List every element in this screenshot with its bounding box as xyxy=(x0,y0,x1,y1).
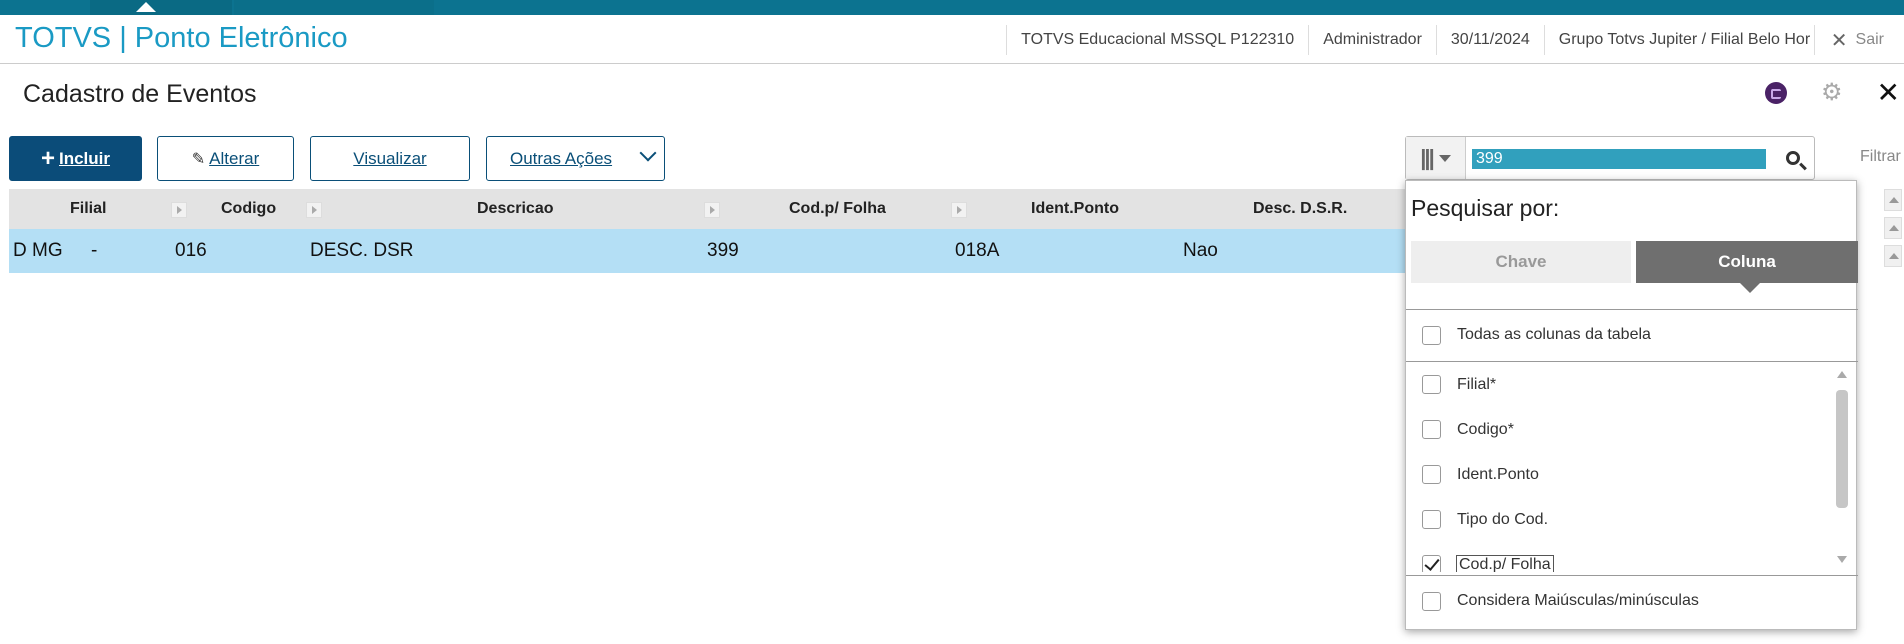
column-option-label: Ident.Ponto xyxy=(1457,465,1539,483)
app-switch-icon[interactable] xyxy=(1765,82,1788,104)
all-columns-option[interactable]: Todas as colunas da tabela xyxy=(1406,309,1858,361)
search-popup: Pesquisar por: Chave Coluna Todas as col… xyxy=(1405,180,1858,630)
scroll-down-arrow[interactable] xyxy=(1837,556,1847,563)
pencil-icon: ✎ xyxy=(191,150,206,168)
popup-title: Pesquisar por: xyxy=(1411,195,1560,221)
checkbox[interactable] xyxy=(1422,465,1441,484)
caret-down-icon xyxy=(1438,154,1451,162)
cell-descricao: DESC. DSR xyxy=(310,240,414,261)
column-option-label: Codigo* xyxy=(1457,420,1514,438)
plus-icon: + xyxy=(40,144,55,172)
column-selector-button[interactable]: ||| xyxy=(1406,137,1466,179)
checkbox[interactable] xyxy=(1422,591,1441,611)
environment-label[interactable]: TOTVS Educacional MSSQL P122310 xyxy=(1006,25,1308,55)
user-label[interactable]: Administrador xyxy=(1308,25,1436,55)
column-option[interactable]: Ident.Ponto xyxy=(1406,452,1858,497)
column-option[interactable]: Tipo do Cod. xyxy=(1406,497,1858,542)
cell-ident-ponto: 018A xyxy=(955,240,1000,261)
visualizar-button[interactable]: Visualizar xyxy=(310,136,470,181)
checkbox[interactable] xyxy=(1422,510,1441,529)
checkbox[interactable] xyxy=(1422,325,1441,345)
grid-header: Filial Codigo Descricao Cod.p/ Folha Ide… xyxy=(9,189,1449,229)
header-info: TOTVS Educacional MSSQL P122310 Administ… xyxy=(1006,25,1904,55)
filter-button[interactable]: Filtrar xyxy=(1860,148,1901,166)
scroll-page-up-button[interactable] xyxy=(1884,217,1902,239)
column-option[interactable]: Cod.p/ Folha xyxy=(1406,542,1858,572)
scroll-up-button[interactable] xyxy=(1884,245,1902,267)
scroll-thumb[interactable] xyxy=(1836,390,1848,508)
search-button[interactable] xyxy=(1772,137,1814,179)
columns-icon: ||| xyxy=(1420,145,1435,170)
column-option-label: Tipo do Cod. xyxy=(1457,510,1549,528)
incluir-button[interactable]: + Incluir xyxy=(9,136,142,181)
column-option[interactable]: Filial* xyxy=(1406,362,1858,407)
column-header-desc-dsr[interactable]: Desc. D.S.R. xyxy=(1253,189,1347,229)
exit-button[interactable]: ✕ Sair xyxy=(1813,25,1904,55)
alterar-button[interactable]: ✎ Alterar xyxy=(157,136,294,181)
column-header-codigo[interactable]: Codigo xyxy=(221,189,276,229)
page-actions: ⚙ ✕ xyxy=(1765,79,1904,107)
column-option-label: Filial* xyxy=(1457,375,1497,393)
app-title: TOTVS | Ponto Eletrônico xyxy=(15,22,348,54)
column-header-descricao[interactable]: Descricao xyxy=(477,189,554,229)
cell-codigo: 016 xyxy=(175,240,207,261)
column-list: Filial* Codigo* Ident.Ponto Tipo do Cod.… xyxy=(1406,362,1858,572)
sort-icon[interactable] xyxy=(171,202,187,218)
exit-label: Sair xyxy=(1855,31,1884,48)
outras-acoes-button[interactable]: Outras Ações xyxy=(486,136,665,181)
close-icon: ✕ xyxy=(1830,29,1848,52)
tab-chave[interactable]: Chave xyxy=(1411,241,1631,283)
app-header: TOTVS | Ponto Eletrônico TOTVS Educacion… xyxy=(0,15,1904,64)
scroll-up-arrow[interactable] xyxy=(1837,371,1847,378)
page-title: Cadastro de Eventos xyxy=(23,80,257,108)
all-columns-label: Todas as colunas da tabela xyxy=(1457,326,1651,343)
company-label[interactable]: Grupo Totvs Jupiter / Filial Belo Hor xyxy=(1543,25,1814,55)
active-tab-indicator xyxy=(136,2,156,12)
column-list-scrollbar[interactable] xyxy=(1833,366,1851,568)
top-tab[interactable] xyxy=(90,0,232,15)
incluir-label: Incluir xyxy=(59,148,111,168)
sort-icon[interactable] xyxy=(704,202,720,218)
top-strip xyxy=(0,0,1904,15)
search-input[interactable] xyxy=(1472,149,1766,169)
tab-coluna[interactable]: Coluna xyxy=(1636,241,1858,293)
outras-acoes-label: Outras Ações xyxy=(510,148,613,168)
sort-icon[interactable] xyxy=(306,202,322,218)
column-header-ident-ponto[interactable]: Ident.Ponto xyxy=(1031,189,1119,229)
sort-icon[interactable] xyxy=(951,202,967,218)
search-icon xyxy=(1786,151,1800,165)
grid-scroll-controls xyxy=(1884,189,1904,279)
column-header-cod-folha[interactable]: Cod.p/ Folha xyxy=(789,189,886,229)
scroll-top-button[interactable] xyxy=(1884,189,1902,211)
date-label[interactable]: 30/11/2024 xyxy=(1435,25,1544,55)
case-sensitive-label: Considera Maiúsculas/minúsculas xyxy=(1457,592,1699,609)
chevron-down-icon xyxy=(639,144,657,162)
cell-separator: - xyxy=(91,240,98,261)
visualizar-label: Visualizar xyxy=(353,148,427,168)
search-bar: ||| xyxy=(1405,136,1815,180)
cell-cod-folha: 399 xyxy=(707,240,739,261)
column-option[interactable]: Codigo* xyxy=(1406,407,1858,452)
alterar-label: Alterar xyxy=(209,148,260,168)
case-sensitive-option[interactable]: Considera Maiúsculas/minúsculas xyxy=(1406,575,1858,627)
cell-filial: D MG xyxy=(13,240,63,261)
column-header-filial[interactable]: Filial xyxy=(70,189,106,229)
gear-icon[interactable]: ⚙ xyxy=(1821,81,1843,105)
checkbox-checked[interactable] xyxy=(1422,555,1441,572)
checkbox[interactable] xyxy=(1422,420,1441,439)
cell-desc-dsr: Nao xyxy=(1183,240,1218,261)
column-option-label: Cod.p/ Folha xyxy=(1456,554,1554,572)
table-row[interactable]: D MG - 016 DESC. DSR 399 018A Nao xyxy=(9,229,1449,273)
top-tab[interactable] xyxy=(234,0,434,15)
checkbox[interactable] xyxy=(1422,375,1441,394)
close-icon[interactable]: ✕ xyxy=(1877,79,1900,107)
